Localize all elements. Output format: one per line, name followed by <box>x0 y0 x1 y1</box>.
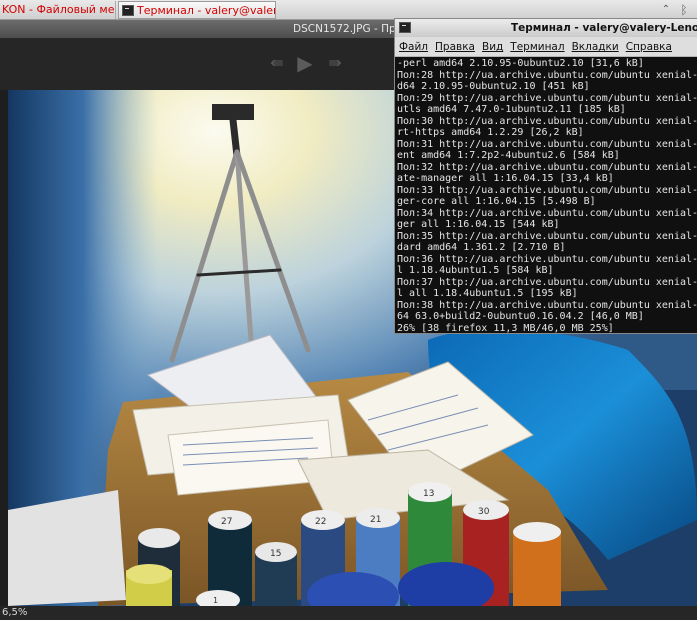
terminal-title: Терминал - valery@valery-Lenovo-B59 <box>511 22 697 34</box>
terminal-titlebar[interactable]: Терминал - valery@valery-Lenovo-B59 <box>395 19 697 37</box>
terminal-line: ent amd64 1:7.2p2-4ubuntu2.6 [584 kB] <box>397 150 620 161</box>
menu-terminal[interactable]: Терминал <box>506 37 567 56</box>
taskbar-item-file-manager[interactable]: KON - Файловый ме... <box>0 1 116 19</box>
terminal-window: Терминал - valery@valery-Lenovo-B59 Файл… <box>394 18 697 334</box>
terminal-line: Пол:33 http://ua.archive.ubuntu.com/ubun… <box>397 184 697 196</box>
jar: 15 <box>255 542 297 606</box>
terminal-line: utls amd64 7.47.0-1ubuntu2.11 [185 kB] <box>397 104 626 115</box>
terminal-output[interactable]: -perl amd64 2.10.95-0ubuntu2.10 [31,6 kB… <box>397 57 697 333</box>
jar-lid-label: 22 <box>315 517 326 527</box>
terminal-icon <box>399 22 411 33</box>
slideshow-play-button[interactable]: ▶ <box>294 52 316 74</box>
terminal-line: rt-https amd64 1.2.29 [26,2 kB] <box>397 127 584 138</box>
terminal-line: ger all 1:16.04.15 [544 kB] <box>397 219 560 230</box>
terminal-line: 64 63.0+build2-0ubuntu0.16.04.2 [46,0 MB… <box>397 311 644 322</box>
previous-image-button[interactable]: ⇚ <box>266 52 288 74</box>
tray-expand-icon[interactable]: ⌃ <box>659 2 673 18</box>
jar <box>126 564 172 606</box>
terminal-line: Пол:35 http://ua.archive.ubuntu.com/ubun… <box>397 230 697 242</box>
terminal-line: Пол:36 http://ua.archive.ubuntu.com/ubun… <box>397 253 697 265</box>
menu-edit[interactable]: Правка <box>431 37 478 56</box>
taskbar-item-terminal[interactable]: Терминал - valery@valery... <box>118 1 276 19</box>
task-label: Терминал - valery@valery... <box>137 4 276 17</box>
terminal-line: Пол:38 http://ua.archive.ubuntu.com/ubun… <box>397 299 697 311</box>
terminal-line: Пол:28 http://ua.archive.ubuntu.com/ubun… <box>397 69 697 81</box>
jar-lid-label: 27 <box>221 517 232 527</box>
terminal-line: -perl amd64 2.10.95-0ubuntu2.10 [31,6 kB… <box>397 58 644 69</box>
taskbar: KON - Файловый ме... Терминал - valery@v… <box>0 0 697 20</box>
terminal-line: l 1.18.4ubuntu1.5 [584 kB] <box>397 265 554 276</box>
jar-lid-label: 1 <box>213 596 218 605</box>
terminal-line: dard amd64 1.361.2 [2.710 B] <box>397 242 566 253</box>
terminal-line: Пол:30 http://ua.archive.ubuntu.com/ubun… <box>397 115 697 127</box>
terminal-line: l all 1.18.4ubuntu1.5 [195 kB] <box>397 288 578 299</box>
menu-tabs[interactable]: Вкладки <box>568 37 622 56</box>
viewer-statusbar: 6,5% <box>0 606 697 620</box>
jar-lid-label: 13 <box>423 489 434 499</box>
terminal-line: Пол:37 http://ua.archive.ubuntu.com/ubun… <box>397 276 697 288</box>
terminal-line: Пол:29 http://ua.archive.ubuntu.com/ubun… <box>397 92 697 104</box>
paper-sheet <box>8 490 126 606</box>
terminal-line: 26% [38 firefox 11,3 MB/46,0 MB 25%] <box>397 322 614 334</box>
jar-lid-label: 21 <box>370 515 381 525</box>
task-label: KON - Файловый ме... <box>2 3 116 16</box>
terminal-line: ger-core all 1:16.04.15 [5.498 B] <box>397 196 596 207</box>
terminal-line: Пол:34 http://ua.archive.ubuntu.com/ubun… <box>397 207 697 219</box>
terminal-menubar: Файл Правка Вид Терминал Вкладки Справка <box>395 37 697 57</box>
zoom-level: 6,5% <box>2 607 28 618</box>
terminal-line: ate-manager all 1:16.04.15 [33,4 kB] <box>397 173 614 184</box>
jar-lid-label: 30 <box>478 507 490 517</box>
terminal-icon <box>122 5 134 16</box>
terminal-line: d64 2.10.95-0ubuntu2.10 [451 kB] <box>397 81 590 92</box>
next-image-button[interactable]: ⇛ <box>324 52 346 74</box>
terminal-line: Пол:32 http://ua.archive.ubuntu.com/ubun… <box>397 161 697 173</box>
terminal-line: Пол:31 http://ua.archive.ubuntu.com/ubun… <box>397 138 697 150</box>
menu-file[interactable]: Файл <box>395 37 431 56</box>
menu-help[interactable]: Справка <box>622 37 675 56</box>
menu-view[interactable]: Вид <box>478 37 506 56</box>
system-tray: ⌃ ᛒ <box>657 0 697 20</box>
bluetooth-icon[interactable]: ᛒ <box>677 2 691 18</box>
jar <box>513 522 561 606</box>
jar-lid-label: 15 <box>270 549 281 559</box>
